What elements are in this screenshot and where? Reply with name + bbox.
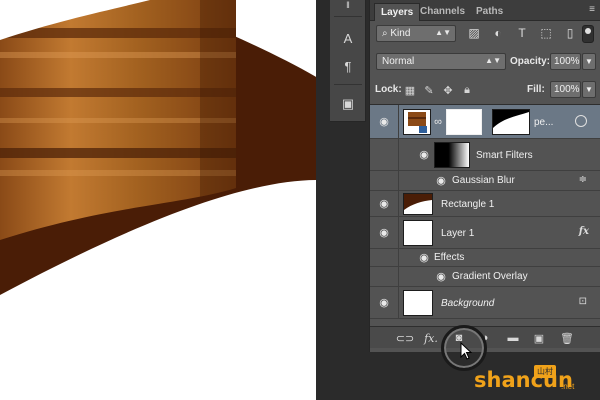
type-filter-icon[interactable]: T <box>514 25 530 41</box>
smart-filters-row[interactable]: ◉ Smart Filters <box>370 139 600 171</box>
lock-transparent-pixels-icon[interactable]: ▦ <box>403 83 417 97</box>
vector-mask-thumbnail[interactable] <box>492 109 530 135</box>
layer-name[interactable]: Layer 1 <box>441 228 474 239</box>
layer-mask-thumbnail[interactable] <box>446 109 482 135</box>
layer-name[interactable]: pe... <box>534 117 553 128</box>
layer-thumbnail <box>403 290 433 316</box>
smart-object-thumb-icon <box>404 110 430 134</box>
link-layers-icon[interactable]: ⊂⊃ <box>396 331 414 345</box>
delete-layer-icon[interactable]: 🗑︎ <box>559 331 575 345</box>
workspace-gap <box>316 0 330 400</box>
fill-label: Fill: <box>527 84 545 95</box>
layer-name[interactable]: Background <box>441 298 494 309</box>
shape-filter-icon[interactable]: ⬚ <box>538 25 554 41</box>
chevron-down-icon: ▼ <box>585 85 593 94</box>
collapse-arrows-icon[interactable]: ‖ <box>337 0 359 10</box>
chevron-updown-icon: ▲▼ <box>485 56 501 65</box>
chevron-down-icon: ▼ <box>585 57 593 66</box>
layer-row-background[interactable]: ◉ Background ⊡ <box>370 287 600 319</box>
filter-kind-dropdown[interactable]: ⌕ Kind ▲▼ <box>376 25 456 42</box>
filter-name: Gaussian Blur <box>452 175 515 186</box>
character-panel-icon[interactable]: A <box>337 28 359 48</box>
visibility-eye-icon[interactable]: ◉ <box>417 253 431 264</box>
layer-row-layer-1[interactable]: ◉ Layer 1 fx <box>370 217 600 249</box>
fill-input[interactable]: 100% <box>550 81 581 98</box>
filter-toggle[interactable] <box>582 25 594 43</box>
new-layer-icon[interactable]: ▣ <box>531 331 547 345</box>
paragraph-panel-icon[interactable]: ¶ <box>337 56 359 76</box>
layer-name[interactable]: Rectangle 1 <box>441 199 494 210</box>
fill-value: 100% <box>554 84 580 95</box>
panel-menu-icon[interactable]: ≡ <box>589 4 595 15</box>
fx-icon[interactable]: fx <box>579 226 589 237</box>
visibility-eye-icon[interactable]: ◉ <box>377 117 391 128</box>
layer-thumbnail <box>403 220 433 246</box>
visibility-eye-icon[interactable]: ◉ <box>434 272 448 283</box>
swatches-icon[interactable]: ▣ <box>337 94 359 114</box>
filter-mask-thumbnail[interactable] <box>434 142 470 168</box>
lock-image-pixels-icon[interactable]: ✎ <box>422 83 436 97</box>
effect-name: Gradient Overlay <box>452 271 528 282</box>
wood-texture <box>0 0 236 240</box>
document-canvas[interactable] <box>0 0 316 400</box>
mouse-pointer-icon <box>460 342 473 360</box>
filter-blending-options-icon[interactable]: ≑ <box>579 174 587 185</box>
lock-all-icon[interactable]: 🔒︎ <box>460 83 474 97</box>
smart-filter-indicator-icon <box>575 115 587 127</box>
visibility-eye-icon[interactable]: ◉ <box>377 298 391 309</box>
watermark-logo: shancun <box>474 368 573 392</box>
adjustment-filter-icon[interactable]: ◐ <box>490 25 506 41</box>
layer-row-rectangle[interactable]: ◉ Rectangle 1 <box>370 191 600 217</box>
effects-label: Effects <box>434 252 465 263</box>
panel-dock-strip: ‖ A ¶ ▣ <box>330 0 366 122</box>
lock-position-icon[interactable]: ✥ <box>441 83 455 97</box>
image-filter-icon[interactable]: ▨ <box>466 25 482 41</box>
blend-mode-dropdown[interactable]: Normal ▲▼ <box>376 53 506 70</box>
panel-tabs: Layers Channels Paths ≡ <box>370 0 600 21</box>
lock-label: Lock: <box>375 84 402 95</box>
fx-icon[interactable]: fx. <box>423 331 439 345</box>
filter-kind-label: Kind <box>390 28 411 39</box>
effect-row-gradient-overlay[interactable]: ◉ Gradient Overlay <box>370 267 600 287</box>
watermark-suffix: .net <box>561 382 575 391</box>
layers-panel: Layers Channels Paths ≡ ⌕ Kind ▲▼ ▨ ◐ T … <box>369 0 600 352</box>
opacity-value: 100% <box>554 56 580 67</box>
canvas-artwork <box>0 0 316 295</box>
effects-row[interactable]: ◉ Effects <box>370 249 600 267</box>
filter-row-gaussian-blur[interactable]: ◉ Gaussian Blur ≑ <box>370 171 600 191</box>
visibility-eye-icon[interactable]: ◉ <box>377 199 391 210</box>
smart-object-filter-icon[interactable]: ▯ <box>562 25 578 41</box>
layer-thumbnail <box>403 109 431 135</box>
visibility-eye-icon[interactable]: ◉ <box>434 176 448 187</box>
tab-paths[interactable]: Paths <box>470 3 509 21</box>
blend-mode-value: Normal <box>382 56 415 67</box>
new-group-icon[interactable]: ▬ <box>505 331 521 345</box>
opacity-label: Opacity: <box>510 56 551 67</box>
tab-channels[interactable]: Channels <box>414 3 471 21</box>
opacity-dropdown-button[interactable]: ▼ <box>582 53 596 70</box>
fill-dropdown-button[interactable]: ▼ <box>582 81 596 98</box>
layer-row-smart-object[interactable]: ◉ ∞ pe... <box>370 105 600 139</box>
smart-filters-label: Smart Filters <box>476 150 533 161</box>
lock-icon: ⊡ <box>578 296 587 307</box>
layer-thumbnail <box>403 193 433 215</box>
opacity-input[interactable]: 100% <box>550 53 581 70</box>
chain-link-icon[interactable]: ∞ <box>433 117 443 128</box>
visibility-eye-icon[interactable]: ◉ <box>417 150 431 161</box>
layers-list: ◉ ∞ pe... ◉ Smart Filters ◉ Gaussian Blu… <box>370 104 600 319</box>
visibility-eye-icon[interactable]: ◉ <box>377 228 391 239</box>
chevron-updown-icon: ▲▼ <box>435 28 451 37</box>
